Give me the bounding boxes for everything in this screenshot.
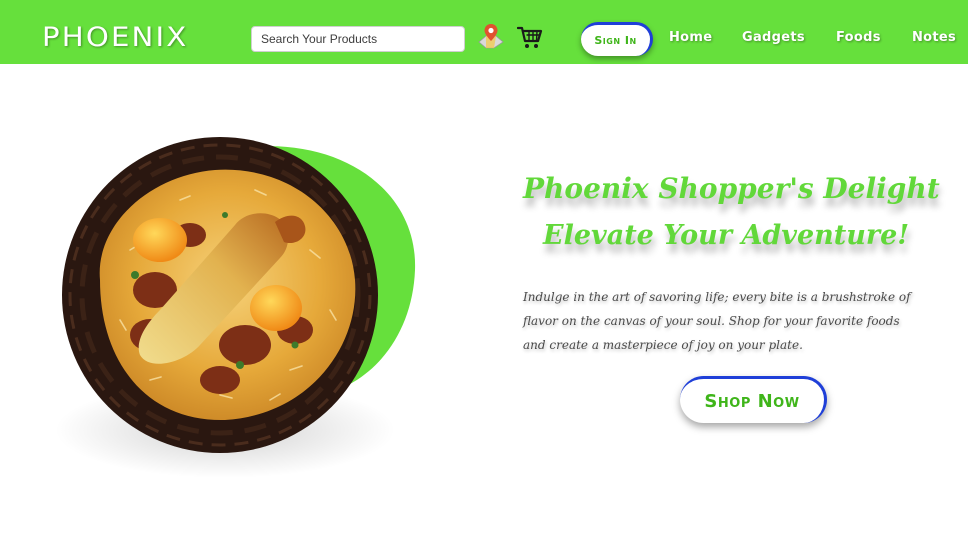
hero-food-image (55, 137, 416, 478)
sign-in-button[interactable]: Sign In (581, 22, 653, 56)
search-input[interactable] (251, 26, 465, 52)
top-navbar: PHOENIX Sign In Home Gadgets Foods Notes (0, 0, 968, 64)
map-location-icon[interactable] (477, 22, 505, 50)
hero-headline-line1: Phoenix Shopper's Delight (523, 172, 940, 205)
shop-now-button[interactable]: Shop Now (680, 376, 827, 423)
nav-link-notes[interactable]: Notes (912, 30, 956, 45)
shopping-cart-icon[interactable] (517, 25, 543, 49)
hero-headline-line2: Elevate Your Adventure! (543, 220, 910, 251)
brand-logo[interactable]: PHOENIX (42, 22, 188, 53)
nav-link-gadgets[interactable]: Gadgets (742, 30, 805, 45)
nav-link-home[interactable]: Home (669, 30, 712, 45)
nav-link-foods[interactable]: Foods (836, 30, 881, 45)
hero-tagline: Indulge in the art of savoring life; eve… (523, 290, 911, 352)
